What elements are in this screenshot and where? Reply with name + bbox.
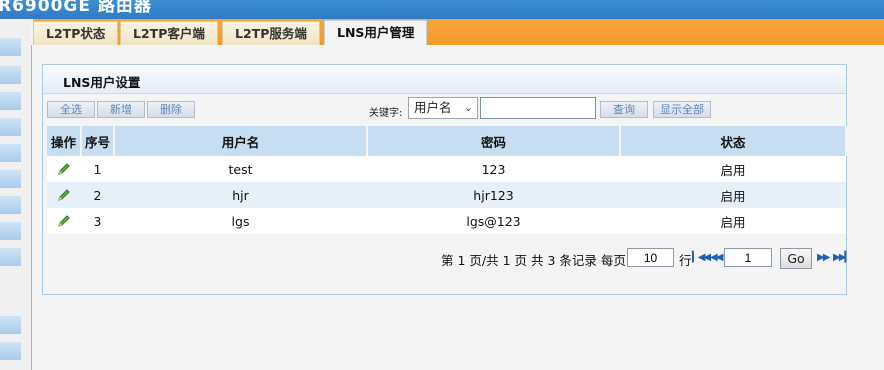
next-page-icon[interactable]: ▶▶ xyxy=(817,252,830,263)
table-header-row: 操作 序号 用户名 密码 状态 xyxy=(47,126,847,156)
lns-user-panel: LNS用户设置 全选 新增 删除 关键字: 用户名 ⌄ 查询 显示全部 操作 序… xyxy=(42,64,852,295)
row-index: 3 xyxy=(81,208,114,234)
select-all-button[interactable]: 全选 xyxy=(47,101,95,118)
row-password: lgs@123 xyxy=(367,208,620,234)
tab-bar: L2TP状态 L2TP客户端 L2TP服务端 LNS用户管理 xyxy=(31,19,884,45)
row-index: 1 xyxy=(81,156,114,182)
sidebar xyxy=(0,19,32,370)
user-table: 操作 序号 用户名 密码 状态 1 test 123 启用 2 hjr hjr1… xyxy=(47,126,847,234)
table-row: 3 lgs lgs@123 启用 xyxy=(47,208,846,234)
column-header-username: 用户名 xyxy=(114,126,368,156)
show-all-button[interactable]: 显示全部 xyxy=(653,101,711,118)
tab-l2tp-server[interactable]: L2TP服务端 xyxy=(222,21,320,45)
sidebar-item[interactable] xyxy=(0,37,21,56)
sidebar-item[interactable] xyxy=(0,315,21,334)
search-button[interactable]: 查询 xyxy=(600,101,648,118)
keyword-field-select[interactable]: 用户名 ⌄ xyxy=(408,97,478,119)
sidebar-item[interactable] xyxy=(0,195,21,214)
column-header-password: 密码 xyxy=(367,126,621,156)
add-button[interactable]: 新增 xyxy=(97,101,145,118)
panel-title: LNS用户设置 xyxy=(63,75,141,90)
row-index: 2 xyxy=(81,182,114,208)
tab-l2tp-client[interactable]: L2TP客户端 xyxy=(120,21,218,45)
row-status: 启用 xyxy=(620,208,846,234)
column-header-action: 操作 xyxy=(47,126,82,156)
per-page-unit: 行 xyxy=(679,253,692,268)
sidebar-item[interactable] xyxy=(0,169,21,188)
go-button[interactable]: Go xyxy=(780,248,812,269)
column-header-index: 序号 xyxy=(81,126,115,156)
sidebar-item[interactable] xyxy=(0,341,21,360)
edit-pencil-icon[interactable] xyxy=(56,213,72,229)
keyword-input[interactable] xyxy=(480,97,596,119)
keyword-label: 关键字: xyxy=(369,108,403,119)
sidebar-item[interactable] xyxy=(0,247,21,266)
sidebar-item[interactable] xyxy=(0,65,21,84)
sidebar-item[interactable] xyxy=(0,91,21,110)
last-page-icon[interactable]: ▶▶▎ xyxy=(833,252,852,263)
row-status: 启用 xyxy=(620,156,846,182)
table-row: 1 test 123 启用 xyxy=(47,156,846,182)
row-status: 启用 xyxy=(620,182,846,208)
app-header: R6900GE 路由器 xyxy=(0,0,884,19)
sidebar-item[interactable] xyxy=(0,117,21,136)
edit-pencil-icon[interactable] xyxy=(56,161,72,177)
app-title: R6900GE 路由器 xyxy=(0,0,152,16)
row-username: hjr xyxy=(114,182,367,208)
first-page-icon[interactable]: ▎◀◀ xyxy=(692,252,711,263)
sidebar-item[interactable] xyxy=(0,221,21,240)
tab-lns-user-management[interactable]: LNS用户管理 xyxy=(324,20,428,45)
row-username: test xyxy=(114,156,367,182)
tab-l2tp-status[interactable]: L2TP状态 xyxy=(33,21,119,45)
prev-page-icon[interactable]: ◀◀ xyxy=(710,252,723,263)
edit-pencil-icon[interactable] xyxy=(56,187,72,203)
sidebar-item[interactable] xyxy=(0,143,21,162)
row-username: lgs xyxy=(114,208,367,234)
chevron-down-icon: ⌄ xyxy=(463,101,473,114)
page-number-input[interactable] xyxy=(724,248,772,267)
row-password: 123 xyxy=(367,156,620,182)
pagination-summary: 第 1 页/共 1 页 共 3 条记录 每页 xyxy=(441,253,626,268)
delete-button[interactable]: 删除 xyxy=(147,101,195,118)
column-header-status: 状态 xyxy=(620,126,847,156)
row-password: hjr123 xyxy=(367,182,620,208)
per-page-input[interactable] xyxy=(627,248,674,267)
pagination: 第 1 页/共 1 页 共 3 条记录 每页 行 ▎◀◀ ◀◀ Go ▶▶ ▶▶… xyxy=(43,247,852,271)
keyword-field-value: 用户名 xyxy=(414,100,452,115)
panel-header: LNS用户设置 xyxy=(43,65,846,94)
table-row: 2 hjr hjr123 启用 xyxy=(47,182,846,208)
